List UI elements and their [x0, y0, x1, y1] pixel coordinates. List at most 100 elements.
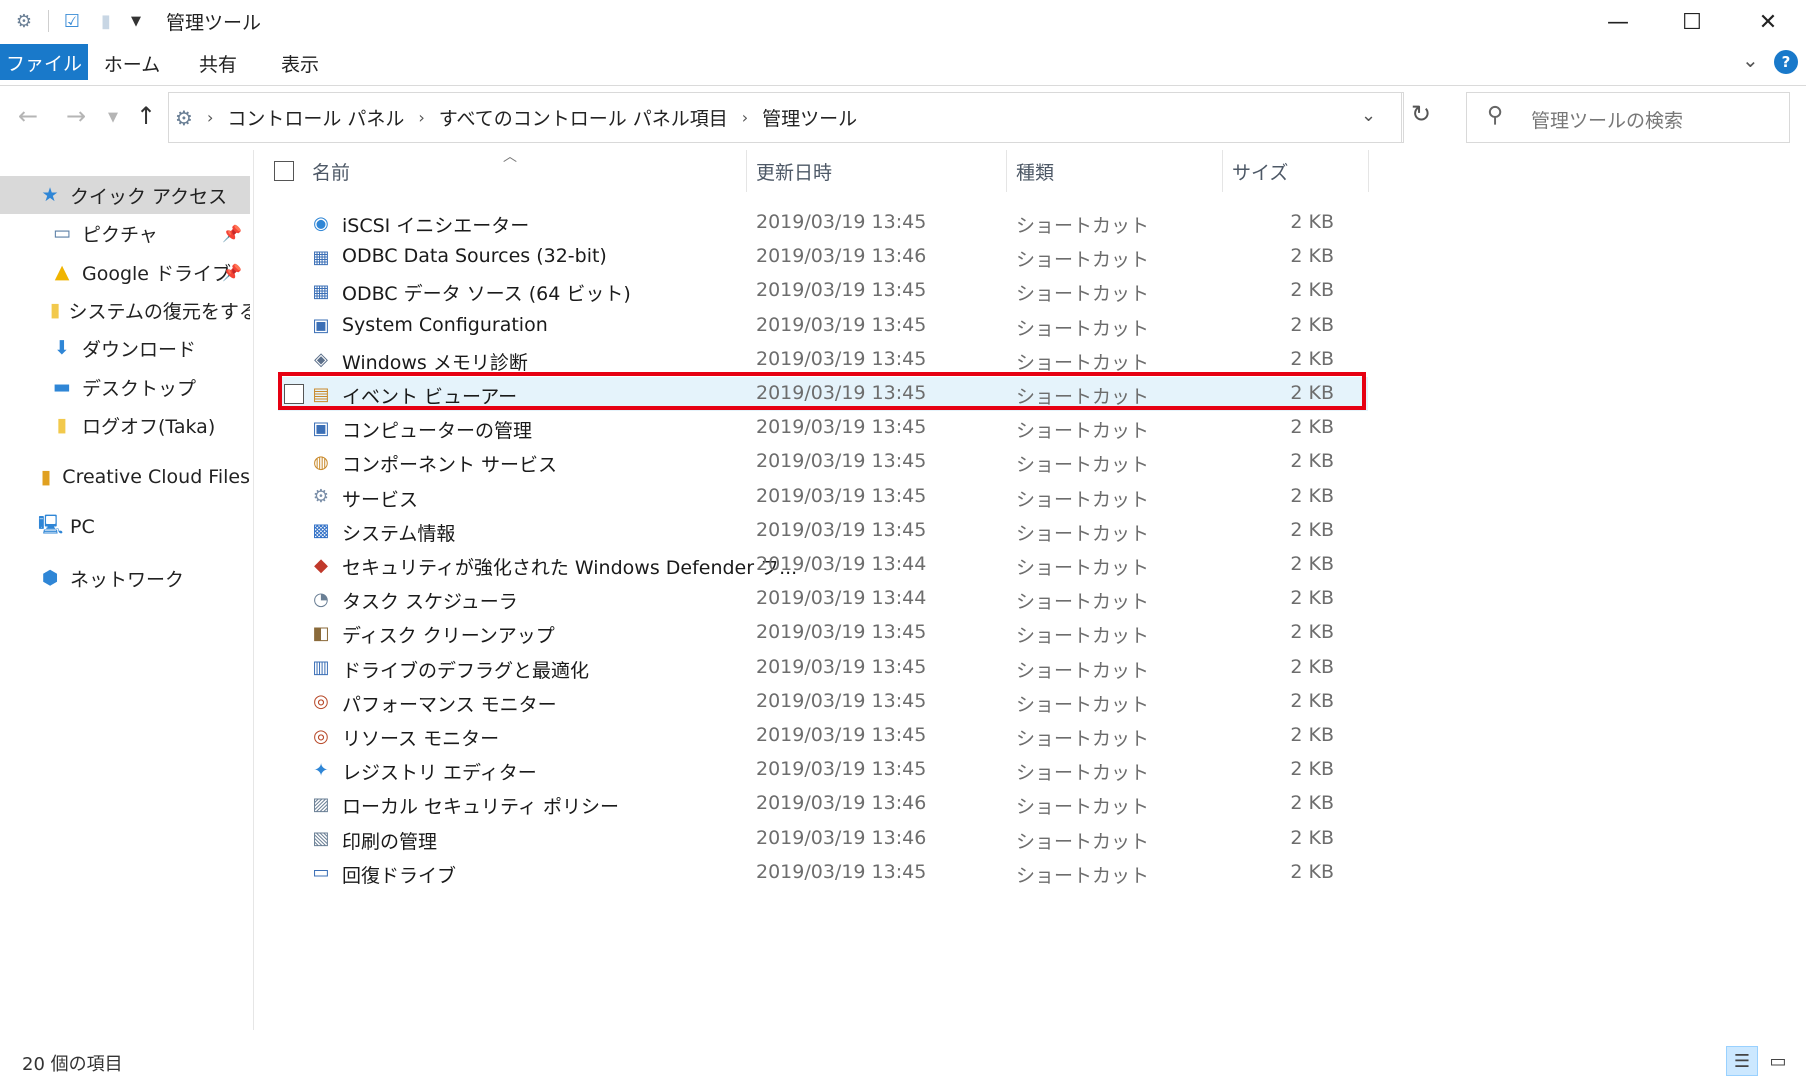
file-type: ショートカット: [1016, 420, 1150, 443]
recent-locations-chevron-icon[interactable]: ▼: [108, 110, 118, 125]
file-row-component-services[interactable]: ◍ コンポーネント サービス 2019/03/19 13:45 ショートカット 2 KB: [278, 445, 1368, 479]
expand-ribbon-chevron-icon[interactable]: ⌄: [1742, 48, 1759, 72]
close-button[interactable]: ✕: [1730, 0, 1806, 44]
file-name: サービス: [342, 488, 419, 511]
sidebar-item-system-restore[interactable]: ▮ システムの復元をする方: [0, 291, 250, 329]
file-row-iscsi-initiator[interactable]: ◉ iSCSI イニシエーター 2019/03/19 13:45 ショートカット 2 K…: [278, 206, 1368, 240]
file-date: 2019/03/19 13:45: [756, 621, 927, 644]
system-information-shortcut-icon: ▩: [312, 520, 330, 542]
file-size: 2 KB: [1290, 689, 1334, 712]
star-icon: ★: [41, 184, 59, 206]
up-arrow-icon[interactable]: ↑: [136, 102, 156, 130]
file-type: ショートカット: [1016, 557, 1150, 579]
file-name: ローカル セキュリティ ポリシー: [342, 796, 619, 819]
sidebar-item-logoff[interactable]: ▮ ログオフ(Taka): [0, 406, 250, 444]
control-panel-icon[interactable]: ⚙: [12, 8, 36, 34]
sidebar-item-label: ネットワーク: [70, 568, 185, 591]
search-input[interactable]: 管理ツールの検索: [1531, 106, 1683, 133]
select-all-checkbox[interactable]: [274, 161, 294, 181]
new-folder-icon[interactable]: ▮: [94, 8, 118, 34]
file-row-system-configuration[interactable]: ▣ System Configuration 2019/03/19 13:45 ショー…: [278, 309, 1368, 343]
file-row-system-information[interactable]: ▩ システム情報 2019/03/19 13:45 ショートカット 2 KB: [278, 514, 1368, 548]
file-row-odbc-32[interactable]: ▦ ODBC Data Sources (32-bit) 2019/03/19 13…: [278, 240, 1368, 274]
sidebar-item-label: ログオフ(Taka): [82, 415, 216, 438]
file-row-event-viewer[interactable]: ▤ イベント ビューアー 2019/03/19 13:45 ショートカット 2 KB: [278, 377, 1368, 411]
column-separator[interactable]: [1006, 150, 1007, 192]
pin-icon[interactable]: 📌: [222, 263, 242, 282]
iscsi-initiator-shortcut-icon: ◉: [313, 212, 329, 234]
search-box[interactable]: ⚲ 管理ツールの検索: [1466, 92, 1790, 143]
pin-icon[interactable]: 📌: [222, 224, 242, 243]
tab-file[interactable]: ファイル: [0, 44, 88, 80]
column-header-date[interactable]: 更新日時: [756, 150, 1002, 192]
file-row-task-scheduler[interactable]: ◔ タスク スケジューラ 2019/03/19 13:44 ショートカット 2 KB: [278, 582, 1368, 616]
file-date: 2019/03/19 13:46: [756, 245, 927, 268]
help-icon[interactable]: ?: [1774, 50, 1798, 74]
column-header-type[interactable]: 種類: [1016, 150, 1216, 192]
minimize-button[interactable]: —: [1580, 0, 1656, 44]
column-header-name[interactable]: 名前: [312, 150, 744, 192]
chevron-right-icon[interactable]: ›: [742, 108, 748, 127]
column-header-size[interactable]: サイズ: [1232, 150, 1362, 192]
column-separator[interactable]: [1222, 150, 1223, 192]
sidebar-item-network[interactable]: ⬢ ネットワーク: [0, 559, 250, 597]
file-row-print-management[interactable]: ▧ 印刷の管理 2019/03/19 13:46 ショートカット 2 KB: [278, 822, 1368, 856]
address-history-chevron-icon[interactable]: ⌄: [1361, 105, 1376, 126]
large-icons-view-icon[interactable]: ▭: [1762, 1046, 1794, 1076]
file-date: 2019/03/19 13:45: [756, 347, 927, 370]
file-row-local-security-policy[interactable]: ▨ ローカル セキュリティ ポリシー 2019/03/19 13:46 ショートカット…: [278, 787, 1368, 821]
breadcrumb-control-panel[interactable]: コントロール パネル: [227, 104, 404, 131]
column-separator[interactable]: [1368, 150, 1369, 192]
chevron-right-icon[interactable]: ›: [418, 108, 424, 127]
breadcrumb-all-control-panel-items[interactable]: すべてのコントロール パネル項目: [439, 104, 728, 131]
status-item-count: 20 個の項目: [22, 1054, 123, 1075]
file-row-defrag[interactable]: ▥ ドライブのデフラグと最適化 2019/03/19 13:45 ショートカット 2 K…: [278, 651, 1368, 685]
file-row-disk-cleanup[interactable]: ◧ ディスク クリーンアップ 2019/03/19 13:45 ショートカット 2 KB: [278, 616, 1368, 650]
file-date: 2019/03/19 13:46: [756, 826, 927, 849]
recovery-drive-shortcut-icon: ▭: [312, 862, 330, 884]
address-bar[interactable]: ⚙ › コントロール パネル › すべてのコントロール パネル項目 › 管理ツー…: [168, 92, 1404, 143]
sidebar-item-creative-cloud[interactable]: ▮ Creative Cloud Files: [0, 458, 250, 496]
properties-check-icon[interactable]: ☑: [60, 8, 84, 34]
registry-editor-shortcut-icon: ✦: [313, 759, 329, 781]
tab-view[interactable]: 表示: [260, 44, 340, 82]
file-row-recovery-drive[interactable]: ▭ 回復ドライブ 2019/03/19 13:45 ショートカット 2 KB: [278, 856, 1368, 890]
sidebar-item-quick-access[interactable]: ★ クイック アクセス: [0, 176, 250, 214]
details-view-icon[interactable]: ☰: [1726, 1046, 1758, 1076]
address-separator: [1401, 93, 1402, 142]
customize-toolbar-chevron-icon[interactable]: ▼: [124, 8, 148, 34]
file-name: タスク スケジューラ: [342, 591, 518, 614]
tab-share[interactable]: 共有: [178, 44, 258, 82]
file-size: 2 KB: [1290, 450, 1334, 473]
row-checkbox[interactable]: [284, 384, 304, 404]
close-icon: ✕: [1758, 9, 1778, 35]
file-row-registry-editor[interactable]: ✦ レジストリ エディター 2019/03/19 13:45 ショートカット 2 KB: [278, 753, 1368, 787]
file-date: 2019/03/19 13:45: [756, 518, 927, 541]
file-row-odbc-64[interactable]: ▦ ODBC データ ソース (64 ビット) 2019/03/19 13:45 ショ…: [278, 274, 1368, 308]
tab-home[interactable]: ホーム: [92, 44, 172, 82]
file-size: 2 KB: [1290, 518, 1334, 541]
column-separator[interactable]: [746, 150, 747, 192]
file-row-computer-management[interactable]: ▣ コンピューターの管理 2019/03/19 13:45 ショートカット 2 KB: [278, 411, 1368, 445]
file-row-services[interactable]: ⚙ サービス 2019/03/19 13:45 ショートカット 2 KB: [278, 480, 1368, 514]
file-row-resource-monitor[interactable]: ◎ リソース モニター 2019/03/19 13:45 ショートカット 2 KB: [278, 719, 1368, 753]
file-date: 2019/03/19 13:44: [756, 587, 927, 610]
breadcrumb: ⚙ › コントロール パネル › すべてのコントロール パネル項目 › 管理ツー…: [175, 93, 857, 142]
sidebar-item-pictures[interactable]: ▭ ピクチャ 📌: [0, 214, 250, 252]
forward-arrow-icon[interactable]: →: [66, 102, 86, 130]
defender-firewall-shortcut-icon: ◆: [314, 554, 328, 576]
maximize-button[interactable]: ☐: [1654, 0, 1730, 44]
refresh-icon[interactable]: ↻: [1411, 100, 1431, 128]
file-size: 2 KB: [1290, 553, 1334, 575]
file-row-defender-firewall[interactable]: ◆ セキュリティが強化された Windows Defender フ... 2019/…: [278, 548, 1368, 582]
sidebar-item-downloads[interactable]: ⬇ ダウンロード: [0, 329, 250, 367]
chevron-right-icon[interactable]: ›: [207, 108, 213, 127]
file-date: 2019/03/19 13:45: [756, 758, 927, 781]
sidebar-item-desktop[interactable]: ▬ デスクトップ: [0, 368, 250, 406]
sidebar-item-pc[interactable]: 🖳 PC: [0, 508, 250, 546]
file-row-performance-monitor[interactable]: ◎ パフォーマンス モニター 2019/03/19 13:45 ショートカット 2 KB: [278, 685, 1368, 719]
breadcrumb-admin-tools[interactable]: 管理ツール: [762, 104, 857, 131]
file-row-memory-diagnostic[interactable]: ◈ Windows メモリ診断 2019/03/19 13:45 ショートカット 2 K…: [278, 343, 1368, 377]
sidebar-item-google-drive[interactable]: ▲ Google ドライブ 📌: [0, 253, 250, 291]
back-arrow-icon[interactable]: ←: [18, 102, 38, 130]
